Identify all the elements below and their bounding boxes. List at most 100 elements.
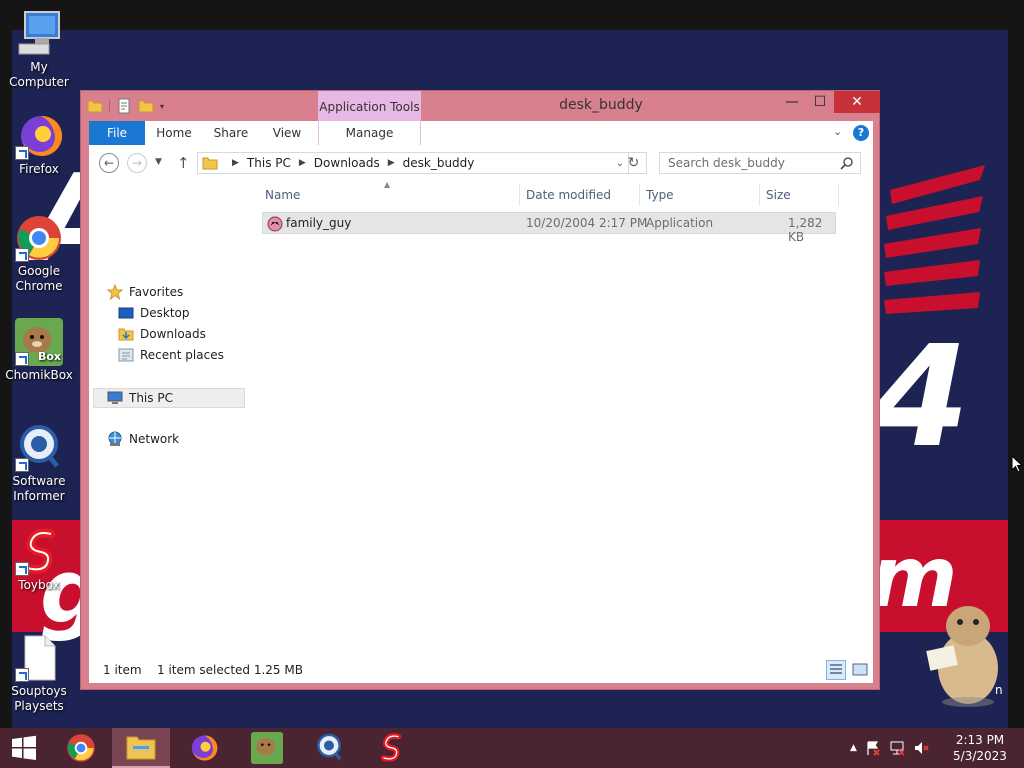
downloads-folder-icon <box>118 328 134 341</box>
window-titlebar[interactable]: ▾ Application Tools desk_buddy — ☐ ✕ <box>81 91 880 121</box>
nav-recent-places-label: Recent places <box>140 348 224 362</box>
tab-share[interactable]: Share <box>205 121 257 145</box>
window-title: desk_buddy <box>559 97 643 113</box>
desktop-icon-toybox[interactable]: Toybox <box>0 528 78 593</box>
taskbar-software-informer[interactable] <box>300 728 358 768</box>
chrome-icon <box>15 214 63 262</box>
minimize-button[interactable]: — <box>778 91 806 113</box>
maximize-button[interactable]: ☐ <box>806 91 834 113</box>
breadcrumb-desk-buddy[interactable]: desk_buddy <box>403 156 475 170</box>
computer-icon <box>107 391 123 404</box>
back-button[interactable]: ← <box>99 153 119 173</box>
address-bar-row: ← → ▼ ↑ ▶ This PC ▶ Downloads ▶ desk_bud… <box>89 145 873 181</box>
taskbar-clock[interactable]: 2:13 PM 5/3/2023 <box>944 732 1016 764</box>
contextual-tab-group-label: Application Tools <box>318 91 421 121</box>
recent-places-icon <box>118 348 134 362</box>
breadcrumb-downloads[interactable]: Downloads <box>314 156 380 170</box>
nav-network-label: Network <box>129 432 180 446</box>
file-name: family_guy <box>286 216 352 230</box>
breadcrumb-chevron-icon[interactable]: ▶ <box>299 158 306 168</box>
recent-locations-chevron-icon[interactable]: ▼ <box>155 157 162 167</box>
tab-view[interactable]: View <box>261 121 313 145</box>
column-header-date-modified[interactable]: Date modified <box>526 188 611 202</box>
navigation-pane: Favorites Desktop Downloads Recent place… <box>89 181 247 657</box>
wallpaper-number: 4 <box>872 316 970 479</box>
network-tray-icon[interactable] <box>889 740 905 756</box>
file-type: Application <box>646 216 714 230</box>
help-icon[interactable]: ? <box>853 125 869 141</box>
new-folder-icon[interactable] <box>138 98 154 114</box>
up-button[interactable]: ↑ <box>177 154 190 172</box>
column-divider[interactable] <box>759 184 760 206</box>
desktop-icon-firefox[interactable]: Firefox <box>0 112 78 177</box>
expand-ribbon-chevron-icon[interactable]: ⌄ <box>833 125 847 139</box>
refresh-button[interactable]: ↻ <box>621 152 647 174</box>
nav-favorites[interactable]: Favorites <box>107 282 183 302</box>
status-bar: 1 item 1 item selected 1.25 MB <box>89 657 873 683</box>
address-field[interactable]: ▶ This PC ▶ Downloads ▶ desk_buddy ⌄ <box>197 152 629 174</box>
action-center-flag-icon[interactable] <box>865 740 881 756</box>
hamster-icon <box>251 732 283 764</box>
breadcrumb-chevron-icon[interactable]: ▶ <box>388 158 395 168</box>
desktop-icon-chomikbox[interactable]: Box ChomikBox <box>0 318 78 383</box>
clock-date: 5/3/2023 <box>953 749 1007 763</box>
tab-home[interactable]: Home <box>147 121 201 145</box>
search-icon[interactable] <box>840 156 854 170</box>
shortcut-arrow-icon <box>15 458 29 472</box>
taskbar: ▲ 2:13 PM 5/3/2023 <box>0 728 1024 768</box>
start-button[interactable] <box>0 728 48 768</box>
desktop-icon-label: Souptoys Playsets <box>11 684 67 713</box>
search-input[interactable] <box>660 153 838 173</box>
ribbon-tab-bar: File Home Share View Manage ⌄ ? <box>89 121 873 145</box>
breadcrumb-chevron-icon[interactable]: ▶ <box>232 158 239 168</box>
volume-muted-icon[interactable] <box>913 740 929 756</box>
desktop-icon-software-informer[interactable]: Software Informer <box>0 424 78 504</box>
column-divider[interactable] <box>639 184 640 206</box>
details-view-icon[interactable] <box>826 660 846 680</box>
nav-recent-places[interactable]: Recent places <box>118 345 224 365</box>
breadcrumb-this-pc[interactable]: This PC <box>247 156 291 170</box>
nav-network[interactable]: Network <box>107 429 179 449</box>
close-button[interactable]: ✕ <box>834 91 880 113</box>
desktop-icon-souptoys-playsets[interactable]: Souptoys Playsets <box>0 634 78 714</box>
desktop-icon-chrome[interactable]: Google Chrome <box>0 214 78 294</box>
column-header-name[interactable]: Name <box>265 188 300 202</box>
folder-icon[interactable] <box>87 98 103 114</box>
nav-desktop[interactable]: Desktop <box>118 303 190 323</box>
file-row[interactable]: family_guy 10/20/2004 2:17 PM Applicatio… <box>262 212 836 244</box>
taskbar-firefox[interactable] <box>174 728 232 768</box>
nav-this-pc[interactable]: This PC <box>107 388 173 408</box>
wallpaper-letter: n <box>995 683 1003 697</box>
column-header-type[interactable]: Type <box>646 188 674 202</box>
desktop-icon-label: ChomikBox <box>5 368 73 382</box>
desktop-icon-my-computer[interactable]: My Computer <box>0 10 78 90</box>
taskbar-toybox[interactable] <box>362 728 420 768</box>
desktop-icon-label: Toybox <box>18 578 60 592</box>
taskbar-chomikbox[interactable] <box>238 728 296 768</box>
desktop-icon-label: Google Chrome <box>15 264 63 293</box>
blank-file-icon <box>15 634 63 682</box>
properties-icon[interactable] <box>116 98 132 114</box>
mouse-cursor-icon <box>1011 455 1023 473</box>
desktop-icon <box>118 307 134 319</box>
column-divider[interactable] <box>519 184 520 206</box>
star-icon <box>107 284 123 300</box>
clock-time: 2:13 PM <box>955 733 1005 747</box>
shortcut-arrow-icon <box>15 352 29 366</box>
hamster-badge: Box <box>37 350 61 363</box>
nav-downloads[interactable]: Downloads <box>118 324 206 344</box>
taskbar-chrome[interactable] <box>52 728 110 768</box>
column-divider[interactable] <box>838 184 839 206</box>
column-header-size[interactable]: Size <box>766 188 791 202</box>
tab-file[interactable]: File <box>89 121 145 145</box>
taskbar-file-explorer[interactable] <box>112 728 170 768</box>
explorer-window[interactable]: ▾ Application Tools desk_buddy — ☐ ✕ Fil… <box>80 90 880 690</box>
wallpaper-flag-stripes <box>884 165 985 314</box>
large-icons-view-icon[interactable] <box>850 660 870 680</box>
search-box[interactable] <box>659 152 861 174</box>
customize-qat-icon[interactable]: ▾ <box>160 102 164 111</box>
forward-button[interactable]: → <box>127 153 147 173</box>
tab-manage[interactable]: Manage <box>318 121 421 145</box>
show-hidden-icons-chevron-icon[interactable]: ▲ <box>850 743 857 753</box>
shortcut-arrow-icon <box>15 562 29 576</box>
